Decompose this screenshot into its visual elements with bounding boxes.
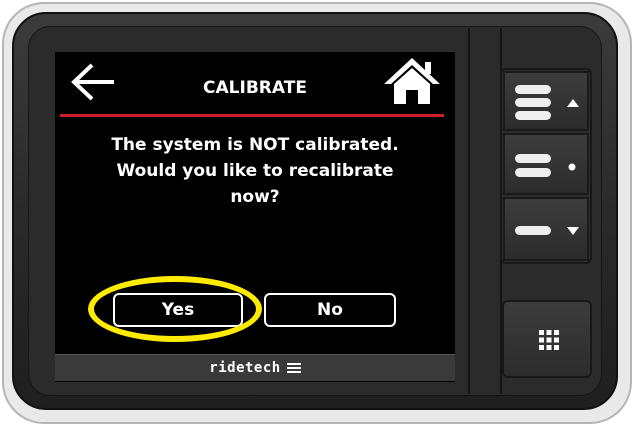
home-icon[interactable] xyxy=(382,56,442,106)
grid-icon xyxy=(539,330,559,350)
message-line-2: Would you like to recalibrate xyxy=(116,161,394,181)
calibration-message: The system is NOT calibrated. Would you … xyxy=(75,132,435,210)
menu-grid-button[interactable] xyxy=(502,300,592,378)
caret-up-icon xyxy=(567,99,579,107)
panel-divider xyxy=(468,28,470,394)
message-line-1: The system is NOT calibrated. xyxy=(111,135,399,155)
brand-logo-text: ridetech xyxy=(209,360,281,376)
dot-icon xyxy=(568,163,576,171)
caret-down-icon xyxy=(567,227,579,235)
center-button[interactable] xyxy=(503,133,589,195)
brand-mark-icon xyxy=(286,361,301,375)
yes-highlight-circle xyxy=(88,276,262,342)
message-line-3: now? xyxy=(230,187,280,207)
up-button[interactable] xyxy=(503,71,589,131)
no-button[interactable]: No xyxy=(264,293,396,327)
title-divider xyxy=(60,114,444,117)
brand-bar: ridetech xyxy=(55,354,455,381)
down-button[interactable] xyxy=(503,197,589,261)
